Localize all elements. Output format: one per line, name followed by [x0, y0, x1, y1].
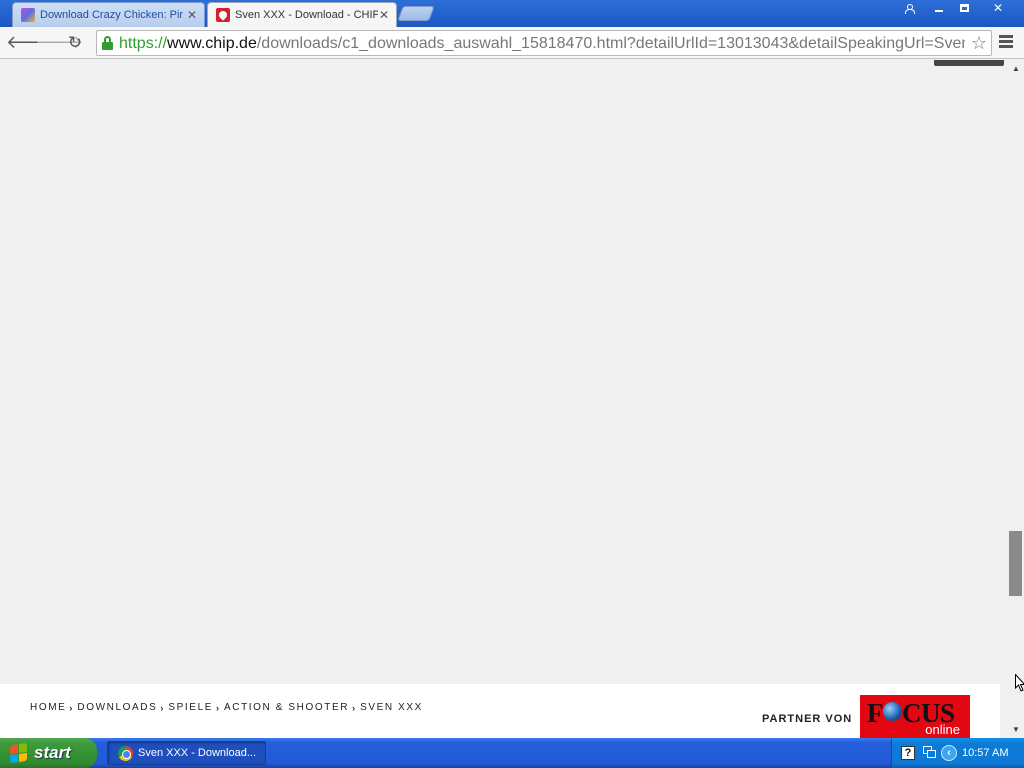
chevron-right-icon: ›: [216, 702, 219, 713]
tab-close-icon[interactable]: ✕: [378, 8, 390, 22]
hamburger-menu-icon[interactable]: [999, 35, 1013, 49]
browser-tab-strip: Download Crazy Chicken: Pir ✕ Sven XXX -…: [0, 0, 1024, 27]
globe-icon: [883, 702, 902, 721]
breadcrumb-downloads[interactable]: DOWNLOADS: [77, 702, 157, 713]
user-profile-icon[interactable]: [898, 1, 920, 17]
page-element-partial: [934, 60, 1004, 66]
window-close-button[interactable]: ✕: [982, 1, 1014, 17]
tab-close-icon[interactable]: ✕: [186, 8, 198, 22]
breadcrumb-home[interactable]: HOME: [30, 702, 66, 713]
tab-sven-xxx[interactable]: Sven XXX - Download - CHIP ✕: [207, 2, 397, 27]
page-footer: HOME › DOWNLOADS › SPIELE › ACTION & SHO…: [0, 684, 1000, 738]
start-label: start: [34, 743, 71, 762]
browser-toolbar: 🡐 🡒 ↻ https://www.chip.de/downloads/c1_d…: [0, 27, 1024, 59]
reload-icon[interactable]: ↻: [64, 32, 86, 54]
page-viewport: HOME › DOWNLOADS › SPIELE › ACTION & SHO…: [0, 60, 1008, 738]
url-text[interactable]: https://www.chip.de/downloads/c1_downloa…: [119, 34, 965, 53]
crazy-chicken-favicon-icon: [21, 8, 35, 22]
start-button[interactable]: start: [0, 738, 97, 768]
vertical-scrollbar[interactable]: ▲ ▼: [1008, 60, 1024, 738]
breadcrumb: HOME › DOWNLOADS › SPIELE › ACTION & SHO…: [30, 702, 423, 713]
chevron-right-icon: ›: [352, 702, 356, 713]
taskbar-item-label: Sven XXX - Download...: [138, 747, 257, 759]
chevron-right-icon: ›: [160, 702, 164, 713]
back-arrow-icon[interactable]: 🡐: [6, 32, 54, 54]
new-tab-button[interactable]: [397, 6, 435, 21]
address-bar[interactable]: https://www.chip.de/downloads/c1_downloa…: [96, 30, 992, 56]
clock[interactable]: 10:57 AM: [962, 747, 1008, 759]
scroll-down-arrow-icon[interactable]: ▼: [1012, 725, 1020, 734]
show-hidden-icons-arrow-icon[interactable]: ‹: [941, 745, 957, 761]
chip-favicon-icon: [216, 8, 230, 22]
windows-logo-icon: [10, 742, 28, 764]
chevron-right-icon: ›: [69, 702, 73, 713]
partner-label: PARTNER VON: [762, 713, 853, 725]
url-scheme: https://: [119, 35, 168, 52]
system-tray: ? ‹ 10:57 AM: [891, 738, 1024, 768]
focus-online-logo[interactable]: F CUS online: [860, 695, 970, 738]
scroll-up-arrow-icon[interactable]: ▲: [1012, 64, 1020, 73]
taskbar-item-chrome[interactable]: Sven XXX - Download...: [107, 741, 266, 765]
tab-title: Sven XXX - Download - CHIP: [235, 9, 378, 21]
url-path: /downloads/c1_downloads_auswahl_15818470…: [256, 35, 965, 52]
taskbar: start Sven XXX - Download... ? ‹ 10:57 A…: [0, 738, 1024, 768]
tab-title: Download Crazy Chicken: Pir: [40, 9, 184, 21]
tab-crazy-chicken[interactable]: Download Crazy Chicken: Pir ✕: [12, 2, 205, 27]
network-icon[interactable]: [923, 746, 936, 760]
mouse-cursor-icon: [1015, 674, 1024, 692]
minimize-button[interactable]: [928, 1, 950, 17]
lock-icon[interactable]: [102, 36, 113, 50]
bookmark-star-icon[interactable]: ☆: [971, 33, 987, 54]
breadcrumb-action-shooter[interactable]: ACTION & SHOOTER: [224, 702, 349, 713]
url-host: www.chip.de: [167, 35, 257, 52]
chrome-icon: [118, 745, 133, 761]
breadcrumb-spiele[interactable]: SPIELE: [168, 702, 213, 713]
forward-arrow-icon[interactable]: 🡒: [35, 32, 83, 54]
help-icon[interactable]: ?: [901, 746, 915, 760]
scroll-thumb[interactable]: [1009, 531, 1022, 596]
breadcrumb-sven-xxx: SVEN XXX: [360, 702, 423, 713]
restore-button[interactable]: [953, 1, 975, 17]
focus-logo-sub: online: [925, 722, 960, 737]
